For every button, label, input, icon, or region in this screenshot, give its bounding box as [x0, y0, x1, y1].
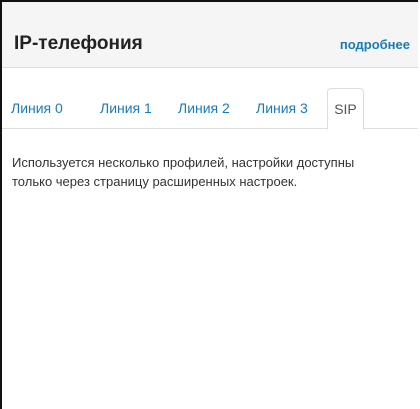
- page-title: IP-телефония: [14, 33, 143, 54]
- tab-line-1[interactable]: Линия 1: [100, 88, 152, 129]
- more-details-link[interactable]: подробнее: [340, 37, 410, 52]
- panel-header: IP-телефония подробнее: [2, 2, 418, 68]
- tab-line-2[interactable]: Линия 2: [178, 88, 230, 129]
- ip-telephony-panel: IP-телефония подробнее Линия 0 Линия 1 Л…: [0, 0, 418, 409]
- line-tabs: Линия 0 Линия 1 Линия 2 Линия 3 SIP: [2, 88, 418, 130]
- sip-info-message: Используется несколько профилей, настрой…: [12, 155, 355, 189]
- tab-line-3[interactable]: Линия 3: [256, 88, 308, 129]
- tab-line-0[interactable]: Линия 0: [11, 88, 63, 129]
- tab-sip[interactable]: SIP: [327, 88, 364, 130]
